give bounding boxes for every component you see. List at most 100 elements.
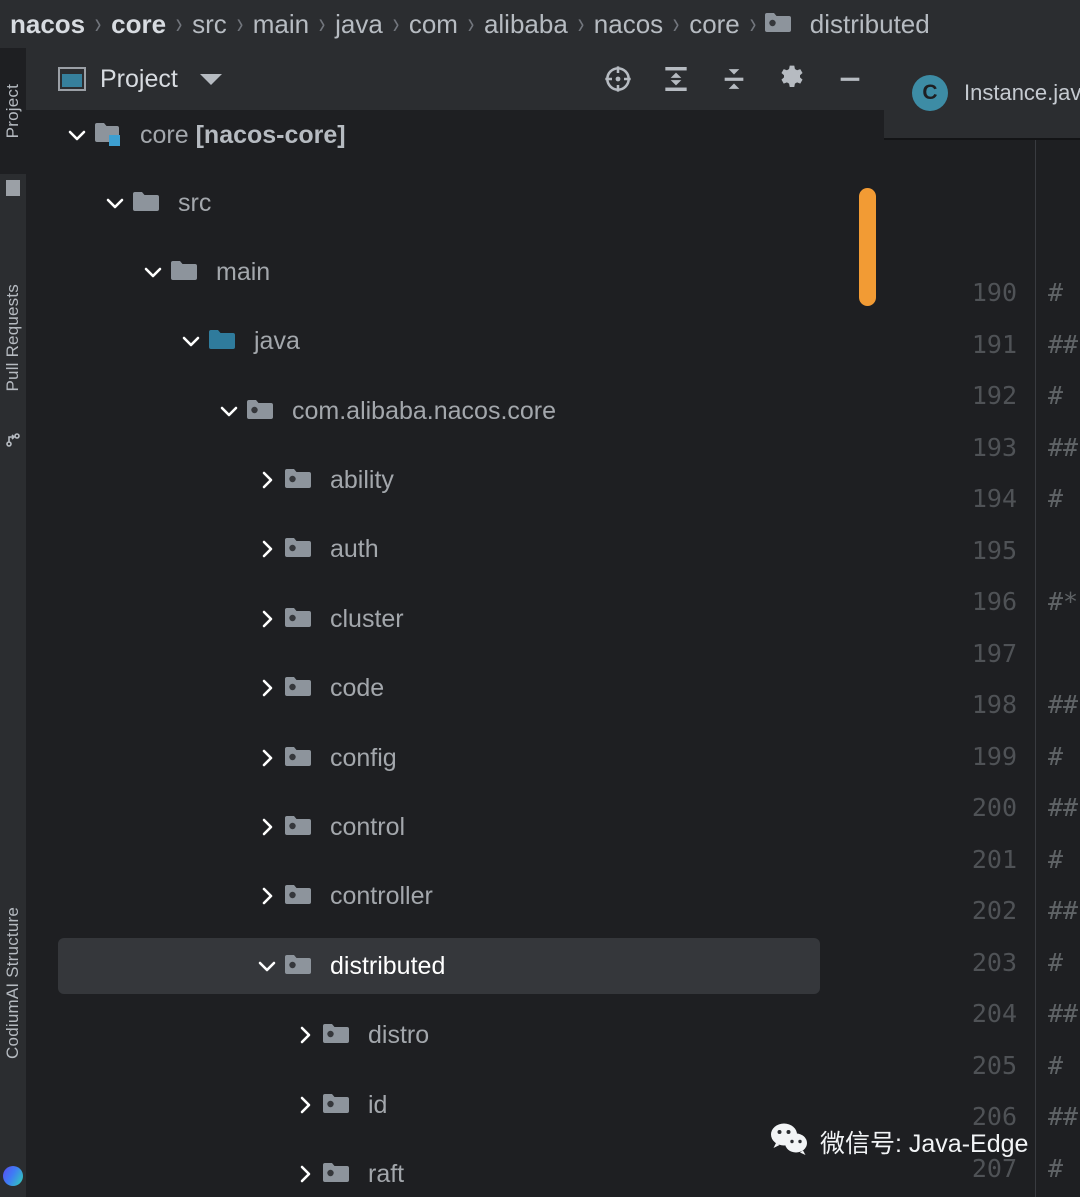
- code-line: #: [1048, 278, 1064, 307]
- tree-row-controller[interactable]: controller: [26, 868, 884, 924]
- chevron-right-icon[interactable]: [250, 452, 284, 508]
- tree-row-cluster[interactable]: cluster: [26, 591, 884, 647]
- code-content[interactable]: ########*##################: [1036, 140, 1080, 1197]
- strip-item-pull-requests-label: Pull Requests: [3, 284, 22, 392]
- code-line: ##: [1048, 896, 1079, 925]
- breadcrumb-separator: ›: [94, 7, 102, 40]
- tree-row-label: raft: [368, 1159, 405, 1188]
- strip-item-project[interactable]: Project: [0, 48, 26, 174]
- codiumai-icon: [3, 1166, 23, 1186]
- tree-row-id[interactable]: id: [26, 1077, 884, 1133]
- tree-row-distro[interactable]: distro: [26, 1007, 884, 1063]
- project-panel-header: Project: [26, 48, 884, 110]
- tree-row-config[interactable]: config: [26, 730, 884, 786]
- expand-all-button[interactable]: [656, 59, 696, 99]
- breadcrumb-item-alibaba[interactable]: alibaba: [482, 11, 570, 37]
- chevron-right-icon[interactable]: [250, 799, 284, 855]
- package-folder-icon: [284, 953, 318, 979]
- code-line: #: [1048, 1153, 1064, 1183]
- package-folder-icon: [246, 398, 280, 424]
- sources-root-folder-icon: [208, 328, 242, 354]
- chevron-right-icon[interactable]: [250, 868, 284, 924]
- chevron-down-icon[interactable]: [98, 175, 132, 231]
- strip-item-pull-requests[interactable]: Pull Requests: [0, 238, 26, 438]
- chevron-down-icon[interactable]: [212, 383, 246, 439]
- chevron-down-icon[interactable]: [136, 244, 170, 300]
- strip-item-codiumai-structure[interactable]: CodiumAI Structure: [0, 868, 26, 1098]
- tree-row-code[interactable]: code: [26, 660, 884, 716]
- line-number: 195: [971, 535, 1017, 565]
- code-line: ##: [1048, 1102, 1079, 1131]
- chevron-down-icon[interactable]: [250, 938, 284, 994]
- editor-tab-instance-java[interactable]: Instance.jav: [964, 80, 1080, 106]
- breadcrumb-item-label: core: [111, 9, 167, 39]
- module-folder-icon: [94, 121, 128, 149]
- strip-item-project-label: Project: [3, 83, 22, 139]
- breadcrumb-item-nacos[interactable]: nacos: [8, 11, 87, 37]
- breadcrumb-item-com[interactable]: com: [407, 11, 460, 37]
- line-number-gutter: 190 191 192 193 194 195 196 197 198 199 200 201 202 2…: [884, 140, 1036, 1197]
- chevron-right-icon[interactable]: [250, 730, 284, 786]
- gear-icon[interactable]: [772, 59, 812, 99]
- watermark: 微信号: Java-Edge: [770, 1122, 1028, 1161]
- code-line: #: [1048, 484, 1064, 513]
- breadcrumb-separator: ›: [577, 7, 585, 40]
- breadcrumb-item-src[interactable]: src: [190, 11, 229, 37]
- tree-row-raft[interactable]: raft: [26, 1146, 884, 1197]
- tree-row-core[interactable]: core [nacos-core]: [26, 110, 884, 163]
- breadcrumb-item-label: distributed: [809, 9, 930, 39]
- tree-row-com-alibaba-nacos-core[interactable]: com.alibaba.nacos.core: [26, 383, 884, 439]
- package-folder-icon: [284, 675, 318, 701]
- project-tree[interactable]: core [nacos-core] src main java com.alibaba.…: [26, 110, 884, 1197]
- collapse-all-button[interactable]: [714, 59, 754, 99]
- breadcrumb-item-label: alibaba: [483, 9, 568, 39]
- package-folder-icon: [284, 467, 318, 493]
- chevron-down-icon[interactable]: [60, 110, 94, 163]
- tree-row-label: src: [178, 188, 212, 217]
- chevron-down-icon[interactable]: [174, 313, 208, 369]
- select-opened-file-button[interactable]: [598, 59, 638, 99]
- tree-row-label: com.alibaba.nacos.core: [292, 396, 557, 425]
- tree-row-ability[interactable]: ability: [26, 452, 884, 508]
- code-line: #: [1048, 741, 1064, 771]
- project-tree-scrollbar[interactable]: [859, 188, 876, 306]
- breadcrumb-item-label: nacos: [10, 9, 86, 39]
- breadcrumb-item-core[interactable]: core: [109, 11, 168, 37]
- code-line: #: [1048, 1050, 1064, 1080]
- breadcrumb-item-core[interactable]: core: [687, 11, 742, 37]
- tree-row-label: distro: [368, 1020, 430, 1049]
- breadcrumb-item-java[interactable]: java: [333, 11, 385, 37]
- tree-row-distributed[interactable]: distributed: [58, 938, 820, 994]
- line-number: 196: [971, 587, 1017, 616]
- ide-window: nacos › core › src › main › java › com › alibaba › nac…: [0, 0, 1080, 1197]
- chevron-right-icon[interactable]: [288, 1146, 322, 1197]
- chevron-right-icon[interactable]: [288, 1077, 322, 1133]
- chevron-right-icon[interactable]: [250, 591, 284, 647]
- project-panel-title-group[interactable]: Project: [26, 65, 222, 94]
- line-number: 203: [971, 947, 1017, 977]
- breadcrumb-item-label: com: [408, 9, 458, 39]
- tree-row-java[interactable]: java: [26, 313, 884, 369]
- tree-row-src[interactable]: src: [26, 175, 884, 231]
- chevron-right-icon[interactable]: [250, 660, 284, 716]
- breadcrumb-item-nacos[interactable]: nacos: [592, 11, 665, 37]
- java-class-icon: C: [912, 75, 948, 111]
- tree-row-auth[interactable]: auth: [26, 521, 884, 577]
- tree-row-label: distributed: [330, 951, 446, 980]
- page-title: Project: [100, 64, 178, 93]
- tree-row-control[interactable]: control: [26, 799, 884, 855]
- minimize-icon[interactable]: [830, 59, 870, 99]
- chevron-right-icon[interactable]: [288, 1007, 322, 1063]
- tree-row-label: controller: [330, 881, 433, 910]
- code-line: ##: [1048, 329, 1079, 359]
- left-tool-strip: Project Pull Requests CodiumAI Structure: [0, 48, 26, 1197]
- breadcrumb-item-main[interactable]: main: [251, 11, 311, 37]
- package-folder-icon: [284, 536, 318, 562]
- package-folder-icon: [284, 814, 318, 840]
- line-number: 199: [971, 741, 1017, 771]
- breadcrumb-item-distributed[interactable]: distributed: [764, 11, 932, 37]
- chevron-down-icon[interactable]: [199, 73, 222, 85]
- tree-row-main[interactable]: main: [26, 244, 884, 300]
- chevron-right-icon[interactable]: [250, 521, 284, 577]
- breadcrumb-item-label: core: [689, 9, 740, 39]
